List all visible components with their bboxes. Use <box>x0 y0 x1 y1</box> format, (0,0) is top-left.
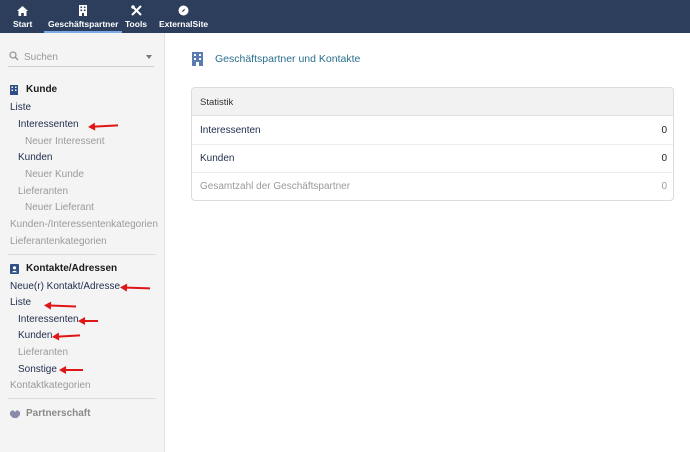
nav-externalsite-label: ExternalSite <box>159 19 209 29</box>
sidebar-item-kunde-lieferanten[interactable]: Lieferanten <box>18 186 68 197</box>
section-kunde: Kunde <box>10 84 57 95</box>
nav-geschaeftspartner[interactable]: Geschäftspartner <box>43 4 123 33</box>
card-header: Statistik <box>192 88 673 116</box>
row-value: 0 <box>661 153 667 164</box>
row-value: 0 <box>661 125 667 136</box>
handshake-icon <box>10 409 20 419</box>
row-label[interactable]: Interessenten <box>200 125 261 136</box>
nav-externalsite[interactable]: ExternalSite <box>159 4 208 31</box>
card-title: Statistik <box>200 97 234 108</box>
divider <box>8 398 156 399</box>
top-navbar: Start Geschäftspartner Tools ExternalSit… <box>0 0 690 33</box>
sidebar-item-kontakte-liste[interactable]: Liste <box>10 297 31 308</box>
section-partnerschaft-title: Partnerschaft <box>26 408 91 419</box>
sidebar-item-kunde-interessenten[interactable]: Interessenten <box>18 119 79 130</box>
search-icon <box>9 51 19 64</box>
sidebar-item-kunden-kategorien[interactable]: Kunden-/Interessentenkategorien <box>10 219 158 230</box>
search-select[interactable]: Suchen <box>8 50 154 67</box>
sidebar-item-neuer-kontakt[interactable]: Neue(r) Kontakt/Adresse <box>10 281 120 292</box>
building-icon <box>10 84 20 95</box>
nav-start-label: Start <box>13 19 33 29</box>
annotation-arrow <box>78 317 98 325</box>
building-icon <box>79 4 88 17</box>
tools-icon <box>130 4 142 17</box>
sidebar-item-kontakte-sonstige[interactable]: Sonstige <box>18 364 57 375</box>
nav-start[interactable]: Start <box>13 4 32 31</box>
sidebar-item-neuer-lieferant[interactable]: Neuer Lieferant <box>25 202 94 213</box>
sidebar: Suchen Kunde Liste Interessenten Neuer I… <box>0 33 165 452</box>
section-kontakte-title: Kontakte/Adressen <box>26 263 118 274</box>
section-partnerschaft[interactable]: Partnerschaft <box>10 408 90 419</box>
sidebar-item-kunde-liste[interactable]: Liste <box>10 102 31 113</box>
annotation-arrow <box>59 366 83 374</box>
sidebar-item-kontakte-kunden[interactable]: Kunden <box>18 330 52 341</box>
sidebar-item-kontakte-interessenten[interactable]: Interessenten <box>18 314 79 325</box>
sidebar-item-kunde-kunden[interactable]: Kunden <box>18 152 52 163</box>
section-kontakte: Kontakte/Adressen <box>10 263 117 274</box>
search-placeholder: Suchen <box>24 52 58 63</box>
statistics-card: Statistik Interessenten 0 Kunden 0 Gesam… <box>191 87 674 201</box>
table-row[interactable]: Kunden 0 <box>192 144 673 173</box>
sidebar-item-kontakte-lieferanten[interactable]: Lieferanten <box>18 347 68 358</box>
table-row[interactable]: Interessenten 0 <box>192 116 673 145</box>
row-label[interactable]: Kunden <box>200 153 234 164</box>
home-icon <box>17 4 29 17</box>
row-label: Gesamtzahl der Geschäftspartner <box>200 181 351 192</box>
chevron-down-icon <box>146 55 152 59</box>
compass-icon <box>178 4 189 17</box>
row-value: 0 <box>661 181 667 192</box>
section-kunde-title: Kunde <box>26 84 58 95</box>
contact-card-icon <box>10 263 20 274</box>
nav-tools[interactable]: Tools <box>125 4 147 31</box>
nav-geschaeftspartner-label: Geschäftspartner <box>48 19 119 29</box>
sidebar-item-lieferantenkategorien[interactable]: Lieferantenkategorien <box>10 236 107 247</box>
page-title: Geschäftspartner und Kontakte <box>192 52 360 66</box>
page-title-text: Geschäftspartner und Kontakte <box>215 53 361 65</box>
divider <box>8 254 156 255</box>
sidebar-item-neuer-kunde[interactable]: Neuer Kunde <box>25 169 84 180</box>
sidebar-item-neuer-interessent[interactable]: Neuer Interessent <box>25 136 105 147</box>
building-icon <box>192 52 203 66</box>
table-row: Gesamtzahl der Geschäftspartner 0 <box>192 172 673 200</box>
sidebar-item-kontaktkategorien[interactable]: Kontaktkategorien <box>10 380 91 391</box>
nav-tools-label: Tools <box>125 19 148 29</box>
